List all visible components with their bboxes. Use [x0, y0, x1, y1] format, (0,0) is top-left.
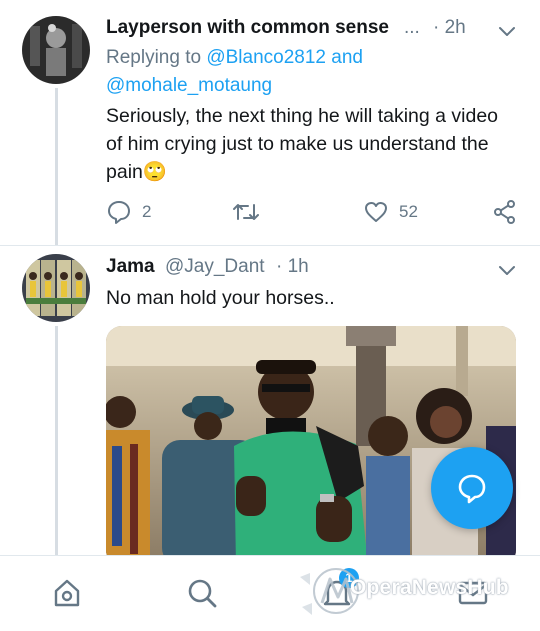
tweet-text: Seriously, the next thing he will taking…	[106, 102, 506, 186]
tweet-time[interactable]: · 1h	[276, 256, 309, 278]
name-truncation: ...	[404, 17, 420, 38]
watermark-text: OperaNewsHub	[350, 576, 509, 599]
avatar[interactable]	[22, 16, 90, 84]
reply-button[interactable]: 2	[106, 199, 151, 225]
tweet-text: No man hold your horses..	[106, 287, 335, 309]
thread-line	[55, 326, 58, 555]
share-button[interactable]	[492, 199, 518, 225]
replying-to-second: @mohale_motaung	[106, 72, 272, 100]
compose-reply-icon	[458, 474, 486, 504]
home-icon[interactable]	[50, 576, 84, 610]
rolling-eyes-emoji: 🙄	[142, 161, 168, 183]
author-name[interactable]: Layperson with common sense	[106, 17, 389, 39]
retweet-icon	[233, 204, 259, 220]
like-button[interactable]: 52	[363, 199, 418, 225]
compose-reply-button[interactable]	[431, 447, 513, 529]
chevron-down-icon[interactable]	[496, 20, 518, 42]
heart-icon	[365, 202, 387, 222]
share-icon	[494, 200, 515, 224]
reply-icon	[108, 201, 130, 224]
avatar[interactable]	[22, 254, 90, 322]
author-name[interactable]: Jama	[106, 256, 155, 278]
mention-link[interactable]: @mohale_motaung	[106, 75, 272, 96]
replying-to: Replying to @Blanco2812 and	[106, 44, 363, 72]
thread-line	[55, 88, 58, 245]
tweet-photo[interactable]	[106, 326, 516, 566]
author-handle[interactable]: @Jay_Dant	[165, 256, 265, 278]
reply-count: 2	[142, 202, 152, 221]
mention-joiner: and	[331, 47, 363, 68]
tweet-time[interactable]: · 2h	[433, 17, 466, 39]
tweet-1[interactable]: Layperson with common sense ... · 2h Rep…	[0, 0, 540, 245]
mention-link[interactable]: @Blanco2812	[206, 47, 326, 68]
search-icon[interactable]	[185, 576, 219, 610]
replying-prefix: Replying to	[106, 47, 202, 68]
chevron-down-icon[interactable]	[496, 259, 518, 281]
retweet-button[interactable]	[232, 199, 270, 225]
like-count: 52	[399, 202, 418, 221]
